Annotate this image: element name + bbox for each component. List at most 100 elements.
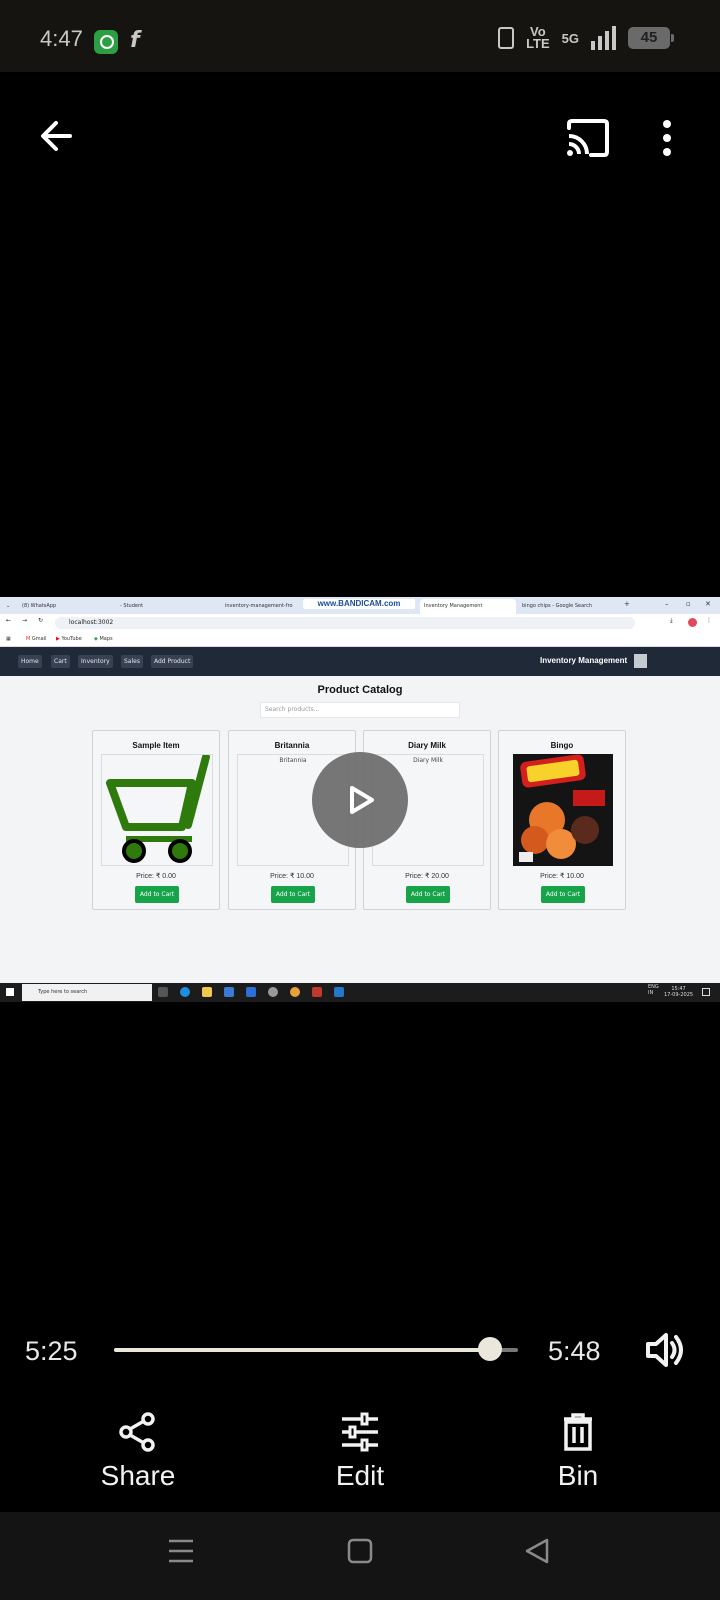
more-options-icon[interactable] (660, 118, 674, 158)
action-bar: Share Edit Bin (0, 1412, 720, 1512)
reload-icon[interactable]: ↻ (38, 617, 43, 624)
minimize-icon[interactable]: – (665, 600, 669, 608)
edge-icon[interactable] (180, 987, 190, 997)
network-type-label: 5G (561, 30, 579, 46)
bingo-chips-pack-image (513, 754, 613, 866)
system-navigation-bar (0, 1512, 720, 1600)
bookmark-label: Gmail (31, 636, 47, 642)
clock-date: 17-09-2025 (664, 992, 694, 998)
product-name: Diary Milk (408, 741, 446, 750)
bookmarks-bar: ▦ M Gmail ▶ YouTube ◆ Maps (0, 632, 720, 647)
playback-timeline: 5:25 5:48 (0, 1320, 720, 1380)
back-arrow-icon[interactable] (36, 116, 76, 156)
search-input[interactable]: Search products... (260, 702, 460, 718)
product-price: Price: ₹ 10.00 (270, 873, 314, 880)
vscode-icon[interactable] (334, 987, 344, 997)
product-price: Price: ₹ 10.00 (540, 873, 584, 880)
maximize-icon[interactable]: ▫ (686, 600, 691, 608)
tab-list-icon[interactable]: ⌄ (6, 601, 10, 613)
chrome-menu-icon[interactable]: ⋮ (706, 617, 712, 624)
cast-icon[interactable] (565, 118, 611, 158)
seek-bar[interactable] (114, 1337, 518, 1361)
bookmark-gmail[interactable]: M Gmail (26, 636, 47, 642)
recents-icon[interactable] (168, 1538, 194, 1564)
edit-label: Edit (335, 1460, 385, 1491)
browser-tab[interactable]: bingo chips - Google Search (522, 601, 614, 613)
add-to-cart-button[interactable]: Add to Cart (406, 886, 450, 903)
product-image (101, 753, 213, 866)
status-indicators: Vo LTE 5G 45 (498, 24, 674, 51)
current-time: 5:25 (25, 1336, 78, 1366)
vibrate-icon (498, 27, 515, 49)
edit-button[interactable]: Edit (280, 1412, 440, 1492)
share-button[interactable]: Share (58, 1412, 218, 1492)
close-icon[interactable]: ✕ (705, 600, 711, 608)
play-icon (350, 786, 374, 814)
notifications-icon[interactable] (702, 988, 710, 996)
browser-tab[interactable]: inventory-management-fro (225, 601, 303, 613)
task-view-icon[interactable] (158, 987, 168, 997)
windows-start-icon[interactable] (6, 988, 14, 996)
download-icon[interactable]: ⤓ (670, 617, 673, 625)
total-time: 5:48 (548, 1336, 601, 1366)
trash-icon (564, 1413, 592, 1451)
flash-app-icon: f (130, 28, 140, 53)
product-name: Bingo (550, 741, 574, 750)
browser-tab[interactable]: (8) WhatsApp (22, 601, 112, 613)
language-indicator[interactable]: ENG IN (648, 984, 659, 996)
status-time: 4:47 (40, 26, 83, 51)
bandicam-watermark: www.BANDICAM.com (303, 599, 415, 609)
add-to-cart-button[interactable]: Add to Cart (541, 886, 585, 903)
volume-icon[interactable] (644, 1330, 684, 1370)
app-navbar: Home Cart Inventory Sales Add Product In… (0, 647, 720, 676)
windows-taskbar: Type here to search ENG IN 15:47 17-09-2… (0, 983, 720, 1002)
nav-add-product[interactable]: Add Product (151, 655, 194, 668)
profile-avatar[interactable] (688, 618, 697, 627)
browser-tab[interactable]: - Student (120, 601, 210, 613)
new-tab-icon[interactable]: + (624, 600, 630, 608)
bookmark-label: YouTube (61, 636, 82, 642)
home-icon[interactable] (347, 1538, 373, 1564)
browser-toolbar: ← → ↻ localhost:3002 ⤓ ⋮ (0, 614, 720, 632)
nav-sales[interactable]: Sales (121, 655, 143, 668)
bookmark-maps[interactable]: ◆ Maps (94, 636, 113, 642)
signal-icon (591, 26, 616, 50)
taskbar-clock[interactable]: 15:47 17-09-2025 (664, 986, 693, 998)
back-icon[interactable]: ← (6, 617, 11, 624)
bookmark-label: Maps (99, 636, 113, 642)
file-explorer-icon[interactable] (202, 987, 212, 997)
volte-label: Vo LTE (526, 24, 550, 51)
address-bar[interactable]: localhost:3002 (55, 617, 635, 629)
video-frame[interactable]: ⌄ (8) WhatsApp - Student inventory-manag… (0, 597, 720, 1002)
mail-icon[interactable] (246, 987, 256, 997)
bin-label: Bin (557, 1460, 599, 1491)
sliders-icon (342, 1412, 378, 1452)
play-button[interactable] (312, 752, 408, 848)
app-logo (634, 654, 647, 668)
taskbar-search[interactable]: Type here to search (22, 984, 152, 1001)
browser-tab-active[interactable]: Inventory Management (420, 599, 516, 614)
chrome-icon[interactable] (290, 987, 300, 997)
apps-grid-icon[interactable]: ▦ (6, 636, 11, 642)
product-name: Sample Item (132, 741, 180, 750)
add-to-cart-button[interactable]: Add to Cart (135, 886, 179, 903)
product-card: Sample Item Price: ₹ 0.00 Add to Cart (92, 730, 220, 910)
app-icon[interactable] (268, 987, 278, 997)
forward-icon[interactable]: → (22, 617, 27, 624)
back-nav-icon[interactable] (524, 1538, 550, 1564)
seek-thumb[interactable] (478, 1337, 503, 1361)
app-icon[interactable] (312, 987, 322, 997)
nav-inventory[interactable]: Inventory (78, 655, 113, 668)
bookmark-youtube[interactable]: ▶ YouTube (56, 636, 82, 642)
page-title: Product Catalog (317, 684, 403, 696)
store-icon[interactable] (224, 987, 234, 997)
browser-tab-strip: ⌄ (8) WhatsApp - Student inventory-manag… (0, 597, 720, 614)
status-bar: 4:47 f Vo LTE 5G 45 (0, 0, 720, 72)
bin-button[interactable]: Bin (498, 1412, 658, 1492)
product-card: Bingo Price: ₹ 10.00 Add to Cart (498, 730, 626, 910)
nav-home[interactable]: Home (18, 655, 42, 668)
add-to-cart-button[interactable]: Add to Cart (271, 886, 315, 903)
nav-cart[interactable]: Cart (51, 655, 70, 668)
product-price: Price: ₹ 0.00 (136, 873, 176, 880)
product-name: Britannia (274, 741, 310, 750)
